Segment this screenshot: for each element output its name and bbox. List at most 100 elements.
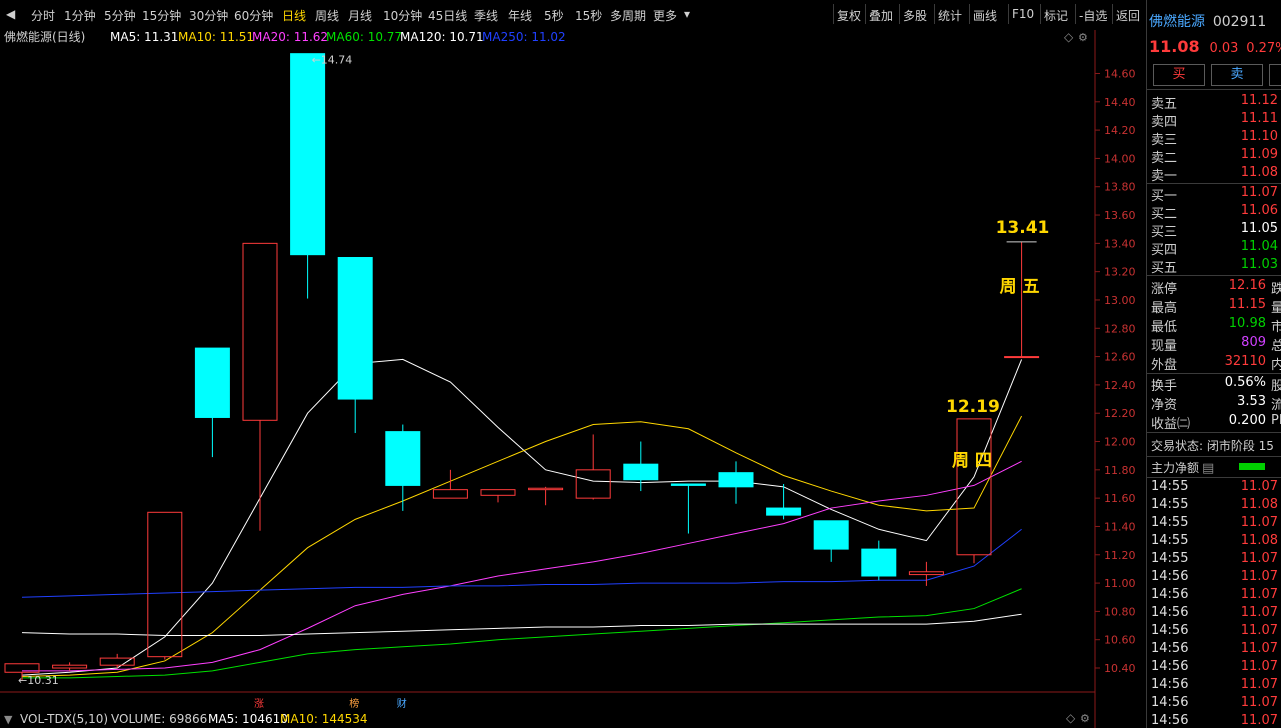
candle-body[interactable] [385, 431, 421, 486]
ma-legend-item: MA5: 11.31 [110, 30, 178, 44]
stat2-row: 换手 0.56% 股 [1151, 375, 1281, 394]
y-tick-label: 12.20 [1104, 407, 1136, 420]
tick-time: 14:56 [1151, 623, 1189, 638]
tick-price: 11.07 [1240, 587, 1278, 602]
bid-row-value: 11.05 [1240, 221, 1278, 236]
stat-row-value: 809 [1241, 335, 1266, 350]
back-arrow-icon[interactable]: ◀ [6, 7, 15, 21]
tool-button-0[interactable]: 复权 [837, 7, 861, 24]
tick-price: 11.07 [1240, 641, 1278, 656]
period-tab-8[interactable]: 月线 [348, 7, 372, 24]
tick-row: 14:56 11.07 [1151, 605, 1281, 623]
stock-name: 佛燃能源 [1149, 14, 1205, 30]
ma-legend-item: MA20: 11.62 [252, 30, 328, 44]
y-tick-label: 11.20 [1104, 549, 1136, 562]
candle-body[interactable] [623, 463, 659, 481]
candle-body[interactable] [290, 53, 326, 256]
stat-row-label: 现量 [1151, 339, 1178, 354]
kline-chart[interactable]: 佛燃能源(日线) MA5: 11.31 MA10: 11.51MA20: 11.62… [0, 30, 1146, 728]
ask-row: 卖四 11.11 [1151, 111, 1281, 130]
period-tab-2[interactable]: 5分钟 [104, 7, 136, 24]
ask-row-value: 11.12 [1240, 93, 1278, 108]
price-change-pct: 0.27% [1246, 41, 1281, 56]
y-tick-label: 13.60 [1104, 209, 1136, 222]
ask-row-label: 卖三 [1151, 133, 1178, 148]
candle-body[interactable] [813, 520, 849, 550]
annotation-thursday: 周 四 [952, 451, 992, 471]
period-tab-10[interactable]: 45日线 [428, 7, 467, 24]
tick-row: 14:56 11.07 [1151, 659, 1281, 677]
ask-row-value: 11.10 [1240, 129, 1278, 144]
period-tab-5[interactable]: 60分钟 [234, 7, 273, 24]
y-tick-label: 12.80 [1104, 322, 1136, 335]
tool-button-1[interactable]: 叠加 [869, 7, 893, 24]
candle-body[interactable] [194, 347, 230, 418]
candle-body[interactable] [337, 257, 373, 400]
tick-row: 14:56 11.07 [1151, 695, 1281, 713]
toolbar-separator [934, 4, 935, 24]
period-tab-4[interactable]: 30分钟 [189, 7, 228, 24]
sell-button[interactable]: 卖 [1211, 64, 1263, 86]
tool-button-6[interactable]: 标记 [1044, 7, 1068, 24]
stat-row-extra: 量 [1271, 297, 1281, 316]
stat2-row-extra: 流 [1271, 394, 1281, 413]
chart-title: 佛燃能源(日线) [4, 30, 85, 44]
candle-body[interactable] [766, 507, 802, 516]
period-tab-11[interactable]: 季线 [474, 7, 498, 24]
stat2-row-label: 换手 [1151, 379, 1178, 394]
period-tab-1[interactable]: 1分钟 [64, 7, 96, 24]
period-tab-0[interactable]: 分时 [31, 7, 55, 24]
tool-button-2[interactable]: 多股 [903, 7, 927, 24]
stat2-row: 净资 3.53 流 [1151, 394, 1281, 413]
tool-button-4[interactable]: 画线 [973, 7, 997, 24]
tool-button-8[interactable]: 返回 [1116, 7, 1140, 24]
tick-row: 14:55 11.08 [1151, 497, 1281, 515]
price-change: 0.03 [1209, 41, 1239, 56]
volume-expand-icon[interactable]: ▼ [4, 713, 13, 726]
candle-body[interactable] [718, 472, 754, 488]
more-dropdown-icon[interactable]: ▾ [684, 7, 690, 21]
bid-row-label: 买三 [1151, 225, 1178, 240]
annotation-1341: 13.41 [996, 218, 1050, 238]
list-icon[interactable]: ▤ [1202, 461, 1214, 476]
period-tab-6[interactable]: 日线 [282, 7, 306, 24]
stat-row-extra: 市 [1271, 316, 1281, 335]
stat2-row-extra: 股 [1271, 375, 1281, 394]
more-button[interactable] [1269, 64, 1281, 86]
tick-time: 14:56 [1151, 569, 1189, 584]
period-tab-3[interactable]: 15分钟 [142, 7, 181, 24]
period-tab-15[interactable]: 多周期 [610, 7, 646, 24]
period-tab-14[interactable]: 15秒 [575, 7, 602, 24]
stat2-row-value: 3.53 [1237, 394, 1266, 409]
y-tick-label: 13.20 [1104, 266, 1136, 279]
tool-button-7[interactable]: -自选 [1079, 7, 1107, 24]
period-tab-13[interactable]: 5秒 [544, 7, 564, 24]
buy-button[interactable]: 买 [1153, 64, 1205, 86]
tick-price: 11.07 [1240, 623, 1278, 638]
ask-row-label: 卖五 [1151, 97, 1178, 112]
settings-icon[interactable]: ⚙ [1078, 31, 1088, 44]
y-tick-label: 11.40 [1104, 520, 1136, 533]
stat-row-extra: 跌 [1271, 278, 1281, 297]
current-price: 11.08 [1149, 37, 1200, 56]
price-line: 11.08 0.03 0.27% R® [1149, 37, 1281, 57]
diamond-icon[interactable]: ◇ [1064, 30, 1074, 44]
ma-legend-item: MA60: 10.77 [326, 30, 402, 44]
tool-button-5[interactable]: F10 [1012, 7, 1034, 21]
candle-body[interactable] [670, 483, 706, 486]
ask-row: 卖一 11.08 [1151, 165, 1281, 184]
volume-settings-icon[interactable]: ⚙ [1080, 712, 1090, 725]
period-tab-12[interactable]: 年线 [508, 7, 532, 24]
candle-body[interactable] [1004, 356, 1040, 359]
candle-body[interactable] [861, 548, 897, 577]
net-inflow-row: 主力净额 ▤ [1151, 459, 1281, 477]
marker-bang: 榜 [349, 697, 359, 710]
ma-legend-item: MA10: 11.51 [178, 30, 254, 44]
period-tab-9[interactable]: 10分钟 [383, 7, 422, 24]
period-tab-7[interactable]: 周线 [315, 7, 339, 24]
tool-button-3[interactable]: 统计 [938, 7, 962, 24]
period-tab-16[interactable]: 更多 [653, 7, 677, 24]
volume-diamond-icon[interactable]: ◇ [1066, 711, 1076, 725]
bid-row-value: 11.03 [1240, 257, 1278, 272]
y-tick-label: 11.80 [1104, 464, 1136, 477]
